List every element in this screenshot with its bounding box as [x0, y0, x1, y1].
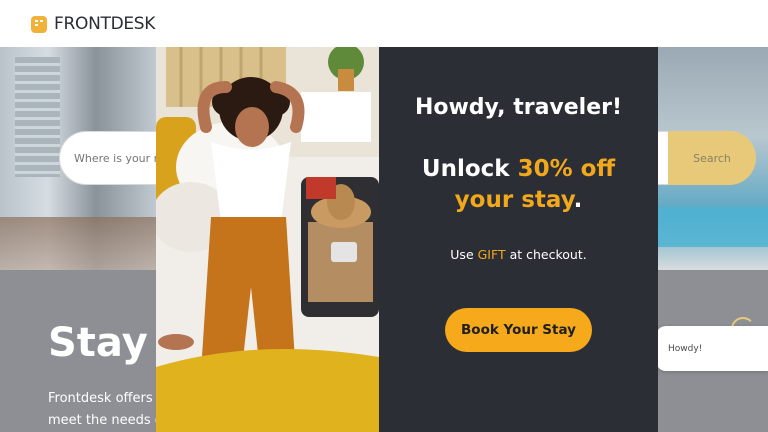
traveler-photo — [156, 47, 379, 432]
site-header: FRONTDESK — [0, 0, 768, 47]
chat-greeting: Howdy! — [668, 343, 703, 354]
frontdesk-logo-icon[interactable] — [30, 14, 48, 34]
promo-code-text: Use GIFT at checkout. — [450, 247, 587, 262]
chat-widget[interactable]: Howdy! — [656, 326, 768, 371]
search-controls: Search — [658, 131, 756, 185]
brand-name[interactable]: FRONTDESK — [54, 14, 155, 34]
search-button[interactable]: Search — [668, 131, 756, 185]
traveler-illustration — [156, 47, 379, 432]
modal-heading: Howdy, traveler! — [414, 95, 623, 120]
section-description: Frontdesk offers o meet the needs o — [48, 391, 156, 428]
promo-code: GIFT — [477, 247, 506, 262]
book-your-stay-button[interactable]: Book Your Stay — [445, 308, 592, 352]
promo-content: Howdy, traveler! Unlock 30% off your sta… — [379, 47, 658, 432]
search-input[interactable] — [74, 151, 168, 165]
destination-search-field[interactable] — [59, 131, 169, 185]
discount-offer: Unlock 30% off your stay. — [421, 156, 616, 213]
section-title: Stay w — [48, 320, 156, 366]
promo-modal: Howdy, traveler! Unlock 30% off your sta… — [156, 47, 658, 432]
